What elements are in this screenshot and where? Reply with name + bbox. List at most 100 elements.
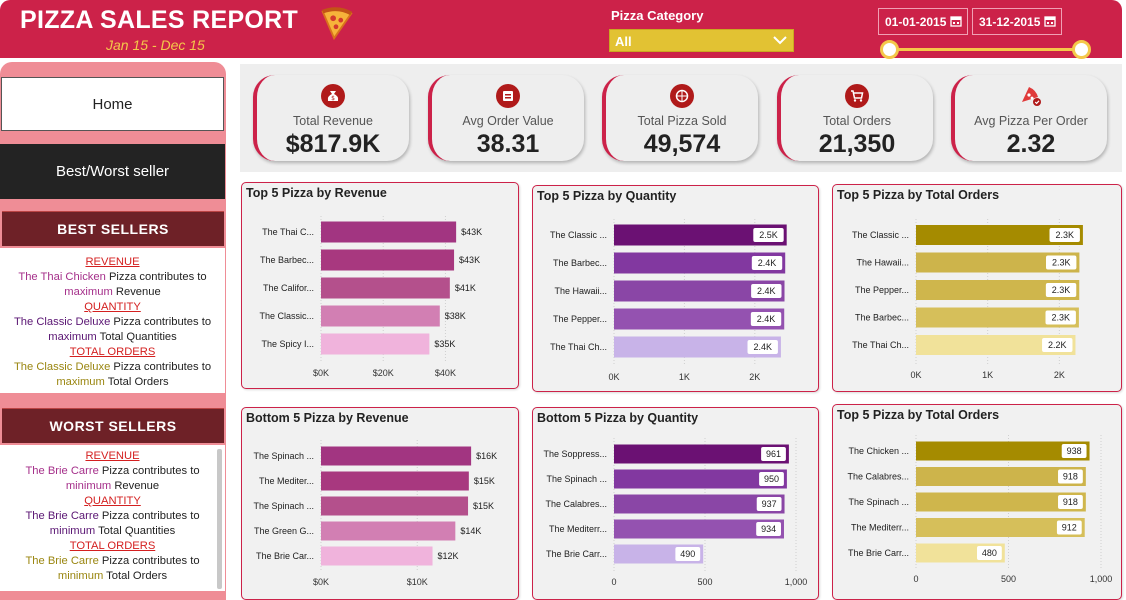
y-category-label: The Calabres... — [847, 472, 909, 482]
data-label: 2.3K — [1051, 313, 1070, 323]
y-category-label: The Green G... — [254, 526, 314, 536]
y-category-label: The Classic... — [259, 311, 314, 321]
sidebar-scrollbar[interactable] — [217, 449, 222, 589]
pizza-icon — [670, 84, 694, 108]
chart-bottom5-revenue: $0K $10K The Spinach ... $16K The Mediter...… — [241, 407, 519, 600]
kpi-label: Total Pizza Sold — [637, 114, 727, 128]
category-filter-label: Pizza Category — [611, 8, 704, 23]
data-label: 918 — [1063, 472, 1078, 482]
nav-best-worst-button[interactable]: Best/Worst seller — [0, 144, 225, 199]
bar — [321, 546, 433, 566]
end-date-input[interactable]: 31-12-2015 — [972, 8, 1062, 35]
data-label: $43K — [459, 255, 480, 265]
best-quantity-label: QUANTITY — [84, 301, 141, 313]
y-category-label: The Thai Ch... — [852, 340, 909, 350]
data-label: 2.4K — [758, 258, 777, 268]
chart-title: Bottom 5 Pizza by Revenue — [246, 411, 409, 425]
x-tick-label: $0K — [313, 368, 329, 378]
worst-quantity-text: The Brie Carre Pizza contributes to — [25, 510, 200, 522]
chart-bottom5-quantity: 0 500 1,000 The Soppress... 961 The Spinach .… — [532, 407, 819, 600]
y-category-label: The Pepper... — [553, 314, 607, 324]
category-dropdown-value: All — [615, 34, 632, 49]
worst-quantity-label: QUANTITY — [84, 495, 141, 507]
y-category-label: The Soppress... — [543, 449, 607, 459]
chart-top5-quantity: 0K 1K 2K The Classic ... 2.5K The Barbec... 2.… — [532, 185, 819, 392]
x-tick-label: $20K — [373, 368, 394, 378]
end-date-text: 31-12-2015 — [979, 15, 1041, 29]
date-slider-start-handle[interactable] — [880, 40, 899, 59]
bar — [321, 249, 455, 271]
best-quantity-text-2: maximum Total Quantities — [48, 331, 177, 343]
calendar-icon — [1044, 16, 1056, 27]
x-tick-label: 1,000 — [1090, 574, 1113, 584]
kpi-value: $817.9K — [285, 130, 381, 158]
y-category-label: The Barbec... — [855, 313, 909, 323]
x-tick-label: 1K — [982, 370, 993, 380]
bar — [321, 446, 472, 466]
best-sellers-heading: BEST SELLERS — [2, 211, 224, 246]
worst-revenue-text-2: minimum Revenue — [65, 480, 160, 492]
date-range-subtitle: Jan 15 - Dec 15 — [106, 37, 205, 53]
x-tick-label: 0K — [608, 372, 619, 382]
bar-chart: 0K 1K 2K The Classic ... 2.5K The Barbec... 2.… — [550, 219, 787, 382]
best-quantity-text: The Classic Deluxe Pizza contributes to — [13, 316, 212, 328]
bar-chart: $0K $10K The Spinach ... $16K The Mediter...… — [253, 440, 497, 587]
kpi-card-avg-order-value: Avg Order Value 38.31 — [428, 75, 584, 161]
worst-revenue-label: REVENUE — [85, 450, 140, 462]
nav-home-button[interactable]: Home — [1, 77, 224, 131]
bar — [321, 496, 469, 516]
y-category-label: The Chicken ... — [848, 446, 909, 456]
best-orders-text: The Classic Deluxe Pizza contributes to — [13, 361, 212, 373]
start-date-input[interactable]: 01-01-2015 — [878, 8, 968, 35]
data-label: $12K — [438, 551, 459, 561]
x-tick-label: $0K — [313, 577, 329, 587]
x-tick-label: 2K — [749, 372, 760, 382]
x-tick-label: 0 — [913, 574, 918, 584]
worst-quantity-text-2: minimum Total Quantities — [49, 525, 176, 537]
x-tick-label: $40K — [435, 368, 456, 378]
kpi-card-total-orders: Total Orders 21,350 — [777, 75, 933, 161]
date-range-slider-track[interactable] — [890, 48, 1082, 51]
chart-title: Top 5 Pizza by Total Orders — [837, 408, 1000, 422]
worst-orders-text: The Brie Carre Pizza contributes to — [25, 555, 200, 567]
bar — [321, 305, 440, 327]
y-category-label: The Spinach ... — [848, 497, 909, 507]
kpi-value: 2.32 — [1006, 130, 1056, 158]
date-slider-end-handle[interactable] — [1072, 40, 1091, 59]
x-tick-label: 0 — [611, 577, 616, 587]
best-orders-text-2: maximum Total Orders — [56, 376, 169, 388]
report-title: PIZZA SALES REPORT — [20, 6, 299, 34]
svg-text:$: $ — [331, 95, 335, 102]
kpi-value: 21,350 — [818, 130, 896, 158]
chart-title: Top 5 Pizza by Quantity — [537, 189, 677, 203]
y-category-label: The Mediterr... — [549, 524, 607, 534]
chart-title: Top 5 Pizza by Total Orders — [837, 188, 1000, 202]
chart-title: Top 5 Pizza by Revenue — [246, 186, 387, 200]
money-bag-icon: $ — [321, 84, 345, 108]
shopping-cart-icon — [845, 84, 869, 108]
worst-orders-label: TOTAL ORDERS — [69, 540, 156, 552]
worst-sellers-heading: WORST SELLERS — [2, 408, 224, 443]
data-label: $38K — [445, 311, 466, 321]
data-label: $43K — [461, 227, 482, 237]
y-category-label: The Thai Ch... — [550, 342, 607, 352]
data-label: $16K — [476, 451, 497, 461]
data-label: 490 — [680, 549, 695, 559]
bar — [321, 277, 450, 299]
data-label: 2.4K — [757, 286, 776, 296]
data-label: $35K — [434, 339, 455, 349]
data-label: 2.3K — [1052, 285, 1071, 295]
chart-top5-revenue: $0K $20K $40K The Thai C... $43K The Barbec..… — [241, 182, 519, 389]
category-dropdown[interactable]: All — [609, 29, 794, 52]
data-label: $14K — [460, 526, 481, 536]
kpi-value: 49,574 — [643, 130, 721, 158]
bar-chart: $0K $20K $40K The Thai C... $43K The Barbec..… — [259, 216, 482, 378]
data-label: 938 — [1067, 446, 1082, 456]
y-category-label: The Calabres... — [545, 499, 607, 509]
best-orders-label: TOTAL ORDERS — [69, 346, 156, 358]
data-label: 2.4K — [753, 342, 772, 352]
pizza-slices-icon — [1019, 84, 1043, 108]
sidebar: Home Best/Worst seller BEST SELLERS REVE… — [0, 62, 226, 600]
chevron-down-icon — [773, 36, 787, 45]
y-category-label: The Brie Car... — [256, 551, 314, 561]
